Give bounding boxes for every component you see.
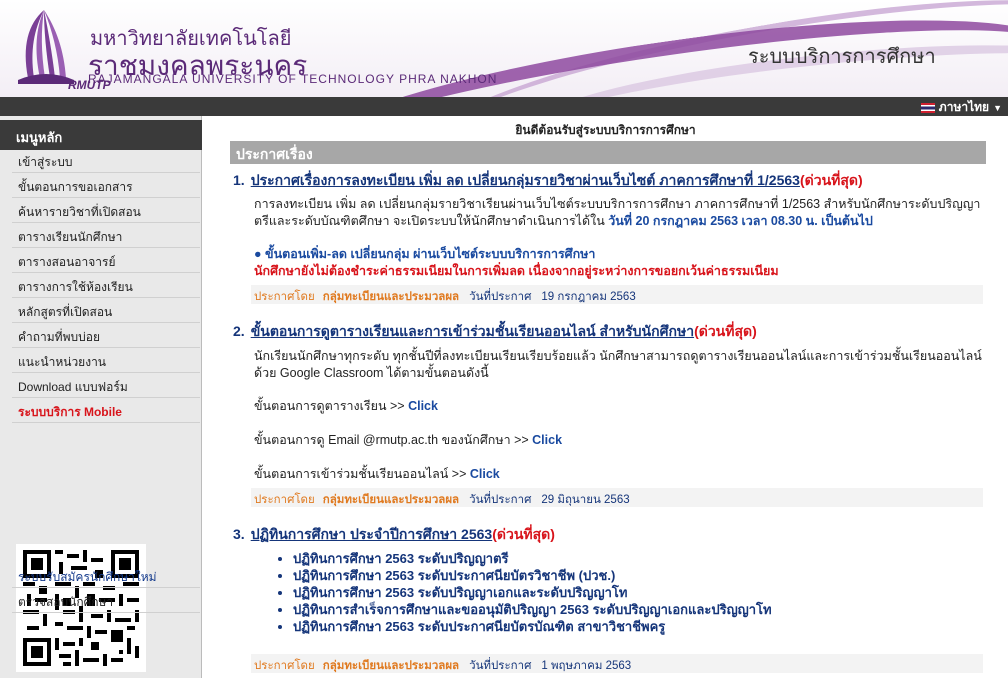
announcement-meta: ประกาศโดย กลุ่มทะเบียนและประมวลผล วันที่ปร… — [251, 654, 983, 673]
urgent-label: (ด่วนที่สุด) — [694, 323, 757, 339]
top-bar: ภาษาไทย ▼ — [0, 97, 1008, 116]
announcement-title: 2. ขั้นตอนการดูตารางเรียนและการเข้าร่วมชั… — [233, 321, 757, 343]
welcome-message: ยินดีต้อนรับสู่ระบบบริการการศึกษา — [515, 123, 696, 137]
site-header: RMUTP มหาวิทยาลัยเทคโนโลยี ราชมงคลพระนคร… — [0, 0, 1008, 97]
calendar-link-list: ปฏิทินการศึกษา 2563 ระดับปริญญาตรี ปฏิทิ… — [293, 550, 983, 635]
click-link[interactable]: Click — [408, 399, 438, 413]
language-label: ภาษาไทย — [938, 100, 990, 114]
announcement-number: 3. — [233, 526, 245, 542]
main-content: ยินดีต้อนรับสู่ระบบบริการการศึกษา ประกาศ… — [203, 116, 1008, 678]
calendar-link[interactable]: ปฏิทินการศึกษา 2563 ระดับประกาศนียบัตรบั… — [293, 618, 983, 635]
posted-date: 1 พฤษภาคม 2563 — [541, 660, 632, 672]
posted-on-label: วันที่ประกาศ — [469, 660, 532, 672]
step-line: ขั้นตอนการเข้าร่วมชั้นเรียนออนไลน์ >> Cl… — [254, 466, 984, 483]
announcement-meta: ประกาศโดย กลุ่มทะเบียนและประมวลผล วันที่ปร… — [251, 488, 983, 507]
logo-flame-icon — [18, 10, 74, 84]
click-link[interactable]: Click — [532, 433, 562, 447]
step-text: ขั้นตอนการเข้าร่วมชั้นเรียนออนไลน์ >> — [254, 467, 470, 481]
sidebar-item-new-student-admission[interactable]: ระบบรับสมัครนักศึกษาใหม่ — [12, 563, 200, 588]
calendar-link[interactable]: ปฏิทินการศึกษา 2563 ระดับปริญญาเอกและระด… — [293, 584, 983, 601]
thai-flag-icon — [920, 102, 935, 113]
announcement-body-highlight: วันที่ 20 กรกฎาคม 2563 เวลา 08.30 น. เป็… — [608, 214, 873, 228]
university-name-english: RAJAMANGALA UNIVERSITY OF TECHNOLOGY PHR… — [88, 72, 498, 86]
click-link[interactable]: Click — [470, 467, 500, 481]
announcement-number: 1. — [233, 172, 245, 188]
sidebar-item-student-timetable[interactable]: ตารางเรียนนักศึกษา — [12, 223, 200, 248]
calendar-link[interactable]: ปฏิทินการศึกษา 2563 ระดับประกาศนียบัตรวิ… — [293, 567, 983, 584]
sidebar: เมนูหลัก เข้าสู่ระบบ ขั้นตอนการขอเอกสาร … — [0, 116, 202, 678]
announcement-link[interactable]: ปฏิทินการศึกษา ประจำปีการศึกษา 2563 — [251, 526, 493, 542]
posted-by-label: ประกาศโดย — [254, 660, 315, 672]
sidebar-item-document-request[interactable]: ขั้นตอนการขอเอกสาร — [12, 173, 200, 198]
announcement-link[interactable]: ประกาศเรื่องการลงทะเบียน เพิ่ม ลด เปลี่ย… — [251, 172, 800, 188]
posted-by-department: กลุ่มทะเบียนและประมวลผล — [322, 660, 460, 672]
sidebar-item-teacher-timetable[interactable]: ตารางสอนอาจารย์ — [12, 248, 200, 273]
posted-on-label: วันที่ประกาศ — [469, 291, 532, 303]
announcement-meta: ประกาศโดย กลุ่มทะเบียนและประมวลผล วันที่ปร… — [251, 285, 983, 304]
announcement-body-text: นักเรียนนักศึกษาทุกระดับ ทุกชั้นปีที่ลงท… — [254, 349, 982, 380]
posted-by-label: ประกาศโดย — [254, 291, 315, 303]
step-text: ขั้นตอนการดูตารางเรียน >> — [254, 399, 409, 413]
announcement-title: 1. ประกาศเรื่องการลงทะเบียน เพิ่ม ลด เปลี… — [233, 170, 863, 192]
announcement-warning: นักศึกษายังไม่ต้องชำระค่าธรรมเนียมในการเ… — [254, 264, 779, 278]
urgent-label: (ด่วนที่สุด) — [799, 172, 863, 188]
sidebar-item-about[interactable]: แนะนำหน่วยงาน — [12, 348, 200, 373]
sidebar-item-curriculum[interactable]: หลักสูตรที่เปิดสอน — [12, 298, 200, 323]
sidebar-item-download-forms[interactable]: Download แบบฟอร์ม — [12, 373, 200, 398]
sidebar-item-faq[interactable]: คำถามที่พบบ่อย — [12, 323, 200, 348]
section-heading: ประกาศเรื่อง — [230, 141, 986, 164]
posted-by-department: กลุ่มทะเบียนและประมวลผล — [322, 291, 460, 303]
announcement-link[interactable]: ขั้นตอนการดูตารางเรียนและการเข้าร่วมชั้น… — [251, 323, 694, 339]
caret-down-icon: ▼ — [993, 102, 1002, 113]
announcement-step-link[interactable]: ● ขั้นตอนเพิ่ม-ลด เปลี่ยนกลุ่ม ผ่านเว็บไ… — [254, 246, 984, 263]
sidebar-item-mobile-service[interactable]: ระบบบริการ Mobile — [12, 398, 200, 423]
announcement-body: การลงทะเบียน เพิ่ม ลด เปลี่ยนกลุ่มรายวิช… — [254, 196, 984, 230]
step-line: ขั้นตอนการดูตารางเรียน >> Click — [254, 398, 984, 415]
posted-date: 19 กรกฎาคม 2563 — [541, 291, 636, 303]
announcement-title: 3. ปฏิทินการศึกษา ประจำปีการศึกษา 2563(ด่… — [233, 524, 555, 546]
posted-by-department: กลุ่มทะเบียนและประมวลผล — [322, 494, 460, 506]
sidebar-item-course-search[interactable]: ค้นหารายวิชาที่เปิดสอน — [12, 198, 200, 223]
language-dropdown[interactable]: ภาษาไทย ▼ — [920, 98, 1002, 117]
sidebar-item-room-usage[interactable]: ตารางการใช้ห้องเรียน — [12, 273, 200, 298]
sidebar-item-login[interactable]: เข้าสู่ระบบ — [12, 148, 200, 173]
sidebar-item-student-verification[interactable]: ตรวจสอบนักศึกษา — [12, 588, 200, 613]
posted-date: 29 มิถุนายน 2563 — [541, 494, 630, 506]
sidebar-heading: เมนูหลัก — [0, 120, 202, 150]
system-title: ระบบบริการการศึกษา — [748, 46, 936, 68]
step-line: ขั้นตอนการดู Email @rmutp.ac.th ของนักศึ… — [254, 432, 984, 449]
posted-by-label: ประกาศโดย — [254, 494, 315, 506]
calendar-link[interactable]: ปฏิทินการสำเร็จการศึกษาและขออนุมัติปริญญ… — [293, 601, 983, 618]
step-text: ขั้นตอนการดู Email @rmutp.ac.th ของนักศึ… — [254, 433, 533, 447]
calendar-link[interactable]: ปฏิทินการศึกษา 2563 ระดับปริญญาตรี — [293, 550, 983, 567]
announcement-number: 2. — [233, 323, 245, 339]
posted-on-label: วันที่ประกาศ — [469, 494, 532, 506]
university-logo[interactable]: RMUTP — [8, 6, 111, 94]
urgent-label: (ด่วนที่สุด) — [492, 526, 555, 542]
